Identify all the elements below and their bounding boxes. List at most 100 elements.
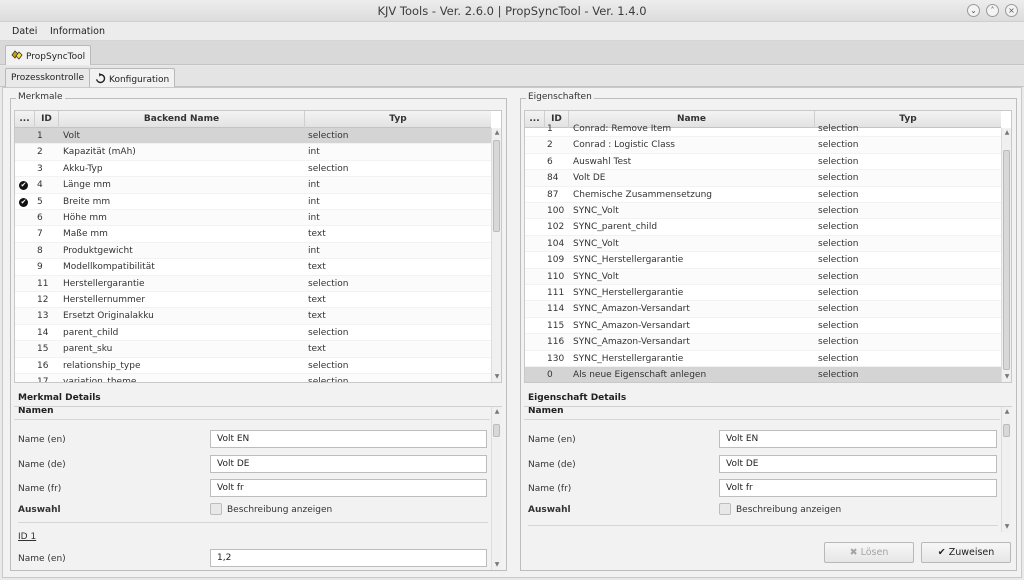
row-marker[interactable]: [15, 128, 35, 144]
table-row[interactable]: 115 SYNC_Amazon-Versandart selection: [525, 318, 1001, 335]
table-row[interactable]: 130 SYNC_Herstellergarantie selection: [525, 351, 1001, 367]
row-marker[interactable]: [15, 210, 35, 226]
scroll-up-icon[interactable]: ▲: [1002, 407, 1012, 417]
row-marker[interactable]: [525, 170, 545, 186]
name-fr-input[interactable]: Volt fr: [210, 479, 487, 497]
name-en-2-input[interactable]: 1,2: [210, 549, 487, 567]
table-row[interactable]: 6 Höhe mm int: [15, 210, 491, 227]
row-marker[interactable]: [15, 259, 35, 275]
row-marker[interactable]: [525, 318, 545, 334]
minimize-button[interactable]: ⌄: [967, 4, 980, 17]
scroll-down-icon[interactable]: ▼: [492, 560, 502, 570]
col-id[interactable]: ID: [35, 111, 59, 128]
table-row[interactable]: 15 parent_sku text: [15, 341, 491, 358]
col-typ[interactable]: Typ: [305, 111, 491, 128]
row-marker[interactable]: [525, 285, 545, 301]
menu-information[interactable]: Information: [50, 26, 105, 37]
scroll-thumb[interactable]: [493, 424, 500, 437]
scroll-up-icon[interactable]: ▲: [492, 407, 502, 417]
table-row[interactable]: 2 Conrad : Logistic Class selection: [525, 137, 1001, 154]
tab-prozesskontrolle[interactable]: Prozesskontrolle: [5, 68, 91, 87]
row-marker[interactable]: [525, 154, 545, 170]
table-row[interactable]: ✔ 5 Breite mm int: [15, 194, 491, 210]
table-row[interactable]: 14 parent_child selection: [15, 325, 491, 342]
merkmale-scrollbar[interactable]: ▲ ▼: [491, 128, 501, 382]
row-marker[interactable]: [15, 374, 35, 382]
col-dots[interactable]: ...: [15, 111, 35, 128]
table-row[interactable]: 100 SYNC_Volt selection: [525, 203, 1001, 220]
tab-konfiguration[interactable]: Konfiguration: [89, 68, 176, 88]
row-marker[interactable]: [525, 269, 545, 285]
table-row[interactable]: 6 Auswahl Test selection: [525, 154, 1001, 171]
beschreibung-checkbox[interactable]: [210, 503, 222, 515]
row-marker[interactable]: [15, 226, 35, 242]
row-marker[interactable]: [525, 367, 545, 382]
zuweisen-button[interactable]: ✔ Zuweisen: [921, 542, 1011, 563]
table-row[interactable]: 116 SYNC_Amazon-Versandart selection: [525, 334, 1001, 351]
merkmal-details-scrollbar[interactable]: ▲ ▼: [491, 407, 501, 570]
row-marker[interactable]: [15, 144, 35, 160]
beschreibung-checkbox[interactable]: [719, 503, 731, 515]
row-marker[interactable]: [525, 351, 545, 367]
table-row[interactable]: 13 Ersetzt Originalakku text: [15, 308, 491, 325]
row-marker[interactable]: [525, 203, 545, 219]
row-marker[interactable]: [525, 252, 545, 268]
name-de-input[interactable]: Volt DE: [719, 455, 997, 473]
name-de-input[interactable]: Volt DE: [210, 455, 487, 473]
loesen-button[interactable]: ✖ Lösen: [824, 542, 914, 563]
scroll-thumb[interactable]: [493, 140, 500, 232]
table-row[interactable]: 7 Maße mm text: [15, 226, 491, 243]
scroll-thumb[interactable]: [1003, 424, 1010, 437]
name-en-input[interactable]: Volt EN: [719, 430, 997, 448]
row-marker[interactable]: [525, 236, 545, 252]
table-row[interactable]: 110 SYNC_Volt selection: [525, 268, 1001, 285]
scroll-up-icon[interactable]: ▲: [1002, 128, 1011, 138]
table-row[interactable]: 102 SYNC_parent_child selection: [525, 219, 1001, 236]
row-marker[interactable]: ✔: [15, 177, 35, 193]
table-row[interactable]: 84 Volt DE selection: [525, 170, 1001, 187]
row-marker[interactable]: [15, 243, 35, 259]
row-marker[interactable]: [15, 161, 35, 177]
row-marker[interactable]: [525, 219, 545, 235]
scroll-up-icon[interactable]: ▲: [492, 128, 501, 138]
row-marker[interactable]: [15, 358, 35, 374]
table-row[interactable]: 8 Produktgewicht int: [15, 242, 491, 260]
row-marker[interactable]: ✔: [15, 194, 35, 210]
name-fr-input[interactable]: Volt fr: [719, 479, 997, 497]
row-marker[interactable]: [525, 301, 545, 317]
scroll-down-icon[interactable]: ▼: [1002, 372, 1011, 382]
table-row[interactable]: 1 Volt selection: [15, 128, 491, 145]
row-marker[interactable]: [525, 334, 545, 350]
maximize-button[interactable]: ˄: [986, 4, 999, 17]
eigenschaften-scrollbar[interactable]: ▲ ▼: [1001, 128, 1011, 382]
table-row[interactable]: 2 Kapazität (mAh) int: [15, 144, 491, 161]
row-marker[interactable]: [15, 308, 35, 324]
row-marker[interactable]: [15, 325, 35, 341]
table-row[interactable]: 104 SYNC_Volt selection: [525, 235, 1001, 253]
eigenschaft-details-scrollbar[interactable]: ▲ ▼: [1001, 407, 1011, 532]
table-row[interactable]: 12 Herstellernummer text: [15, 292, 491, 309]
scroll-thumb[interactable]: [1003, 150, 1010, 370]
row-marker[interactable]: [15, 292, 35, 308]
table-row[interactable]: 114 SYNC_Amazon-Versandart selection: [525, 301, 1001, 318]
row-marker[interactable]: [15, 276, 35, 292]
table-row[interactable]: 9 Modellkompatibilität text: [15, 259, 491, 276]
table-row[interactable]: 87 Chemische Zusammensetzung selection: [525, 187, 1001, 203]
table-row[interactable]: 0 Als neue Eigenschaft anlegen selection: [525, 367, 1001, 382]
col-backend-name[interactable]: Backend Name: [59, 111, 305, 128]
scroll-down-icon[interactable]: ▼: [1002, 522, 1012, 532]
row-marker[interactable]: [525, 187, 545, 203]
row-marker[interactable]: [525, 137, 545, 153]
table-row[interactable]: 16 relationship_type selection: [15, 358, 491, 374]
table-row[interactable]: 109 SYNC_Herstellergarantie selection: [525, 252, 1001, 269]
table-row[interactable]: 3 Akku-Typ selection: [15, 161, 491, 178]
table-row[interactable]: ✔ 4 Länge mm int: [15, 177, 491, 194]
table-row[interactable]: 11 Herstellergarantie selection: [15, 275, 491, 292]
table-row[interactable]: 1 Conrad: Remove Item selection: [525, 121, 1001, 138]
close-button[interactable]: ×: [1005, 4, 1018, 17]
scroll-down-icon[interactable]: ▼: [492, 372, 501, 382]
table-row[interactable]: 111 SYNC_Herstellergarantie selection: [525, 285, 1001, 302]
table-row[interactable]: 17 variation_theme selection: [15, 374, 491, 382]
name-en-input[interactable]: Volt EN: [210, 430, 487, 448]
row-marker[interactable]: [525, 121, 545, 137]
